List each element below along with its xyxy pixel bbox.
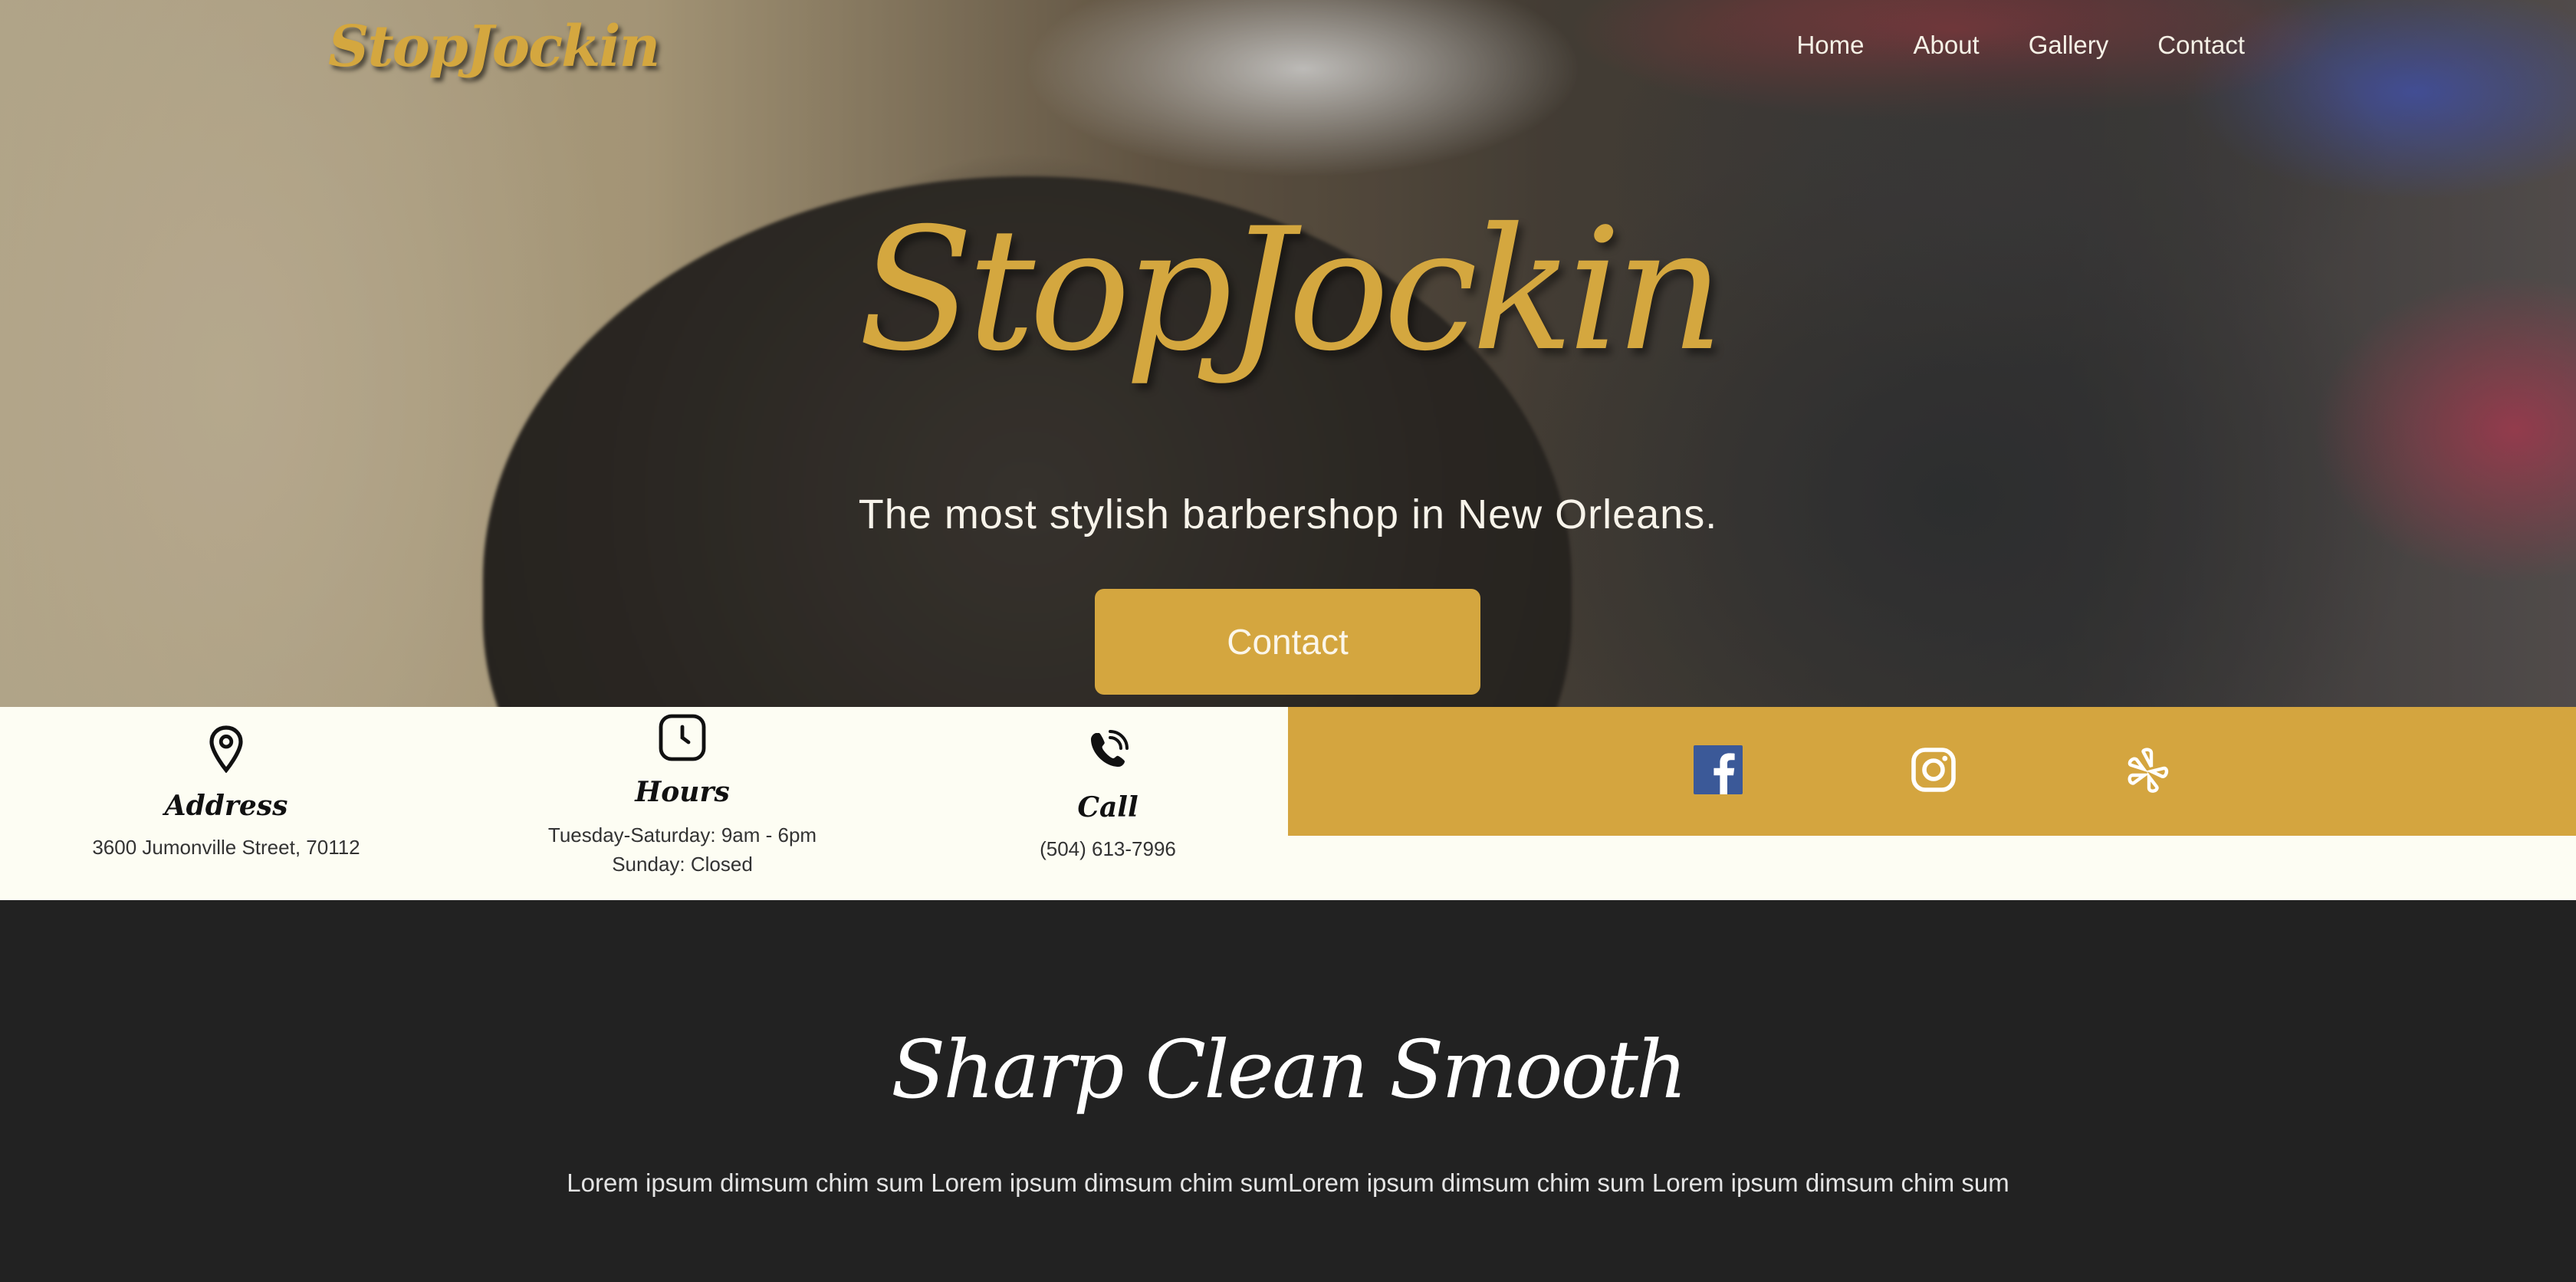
location-pin-icon bbox=[209, 725, 243, 774]
top-nav: StopJockin Home About Gallery Contact bbox=[0, 0, 2576, 95]
hours-block: Hours Tuesday-Saturday: 9am - 6pm Sunday… bbox=[491, 713, 874, 879]
address-label: Address bbox=[164, 790, 288, 822]
hero-subtitle: The most stylish barbershop in New Orlea… bbox=[858, 491, 1718, 537]
instagram-icon[interactable] bbox=[1909, 745, 1958, 794]
address-block: Address 3600 Jumonville Street, 70112 bbox=[46, 725, 406, 862]
call-label: Call bbox=[1077, 791, 1138, 823]
section-body: Lorem ipsum dimsum chim sum Lorem ipsum … bbox=[567, 1169, 2009, 1197]
section-tagline: Sharp Clean Smooth bbox=[891, 1023, 1687, 1116]
hours-label: Hours bbox=[635, 776, 730, 808]
address-value: 3600 Jumonville Street, 70112 bbox=[92, 836, 360, 859]
nav-link-home[interactable]: Home bbox=[1796, 31, 1864, 60]
clock-icon bbox=[659, 714, 706, 761]
nav-links: Home About Gallery Contact bbox=[1796, 31, 2245, 60]
contact-button[interactable]: Contact bbox=[1095, 589, 1480, 695]
call-value[interactable]: (504) 613-7996 bbox=[958, 834, 1257, 863]
social-bar bbox=[1288, 707, 2576, 836]
hero-title: StopJockin bbox=[858, 192, 1724, 388]
nav-link-gallery[interactable]: Gallery bbox=[2029, 31, 2109, 60]
hours-line-2: Sunday: Closed bbox=[612, 853, 753, 876]
yelp-icon[interactable] bbox=[2124, 745, 2173, 794]
facebook-icon[interactable] bbox=[1694, 745, 1743, 794]
nav-link-contact[interactable]: Contact bbox=[2157, 31, 2245, 60]
site-logo[interactable]: StopJockin bbox=[328, 14, 660, 80]
about-section: Sharp Clean Smooth Lorem ipsum dimsum ch… bbox=[0, 900, 2576, 1282]
hours-line-1: Tuesday-Saturday: 9am - 6pm bbox=[547, 823, 817, 846]
phone-icon[interactable] bbox=[1086, 728, 1130, 773]
call-block: Call (504) 613-7996 bbox=[958, 728, 1257, 863]
social-bar-spacer bbox=[1288, 836, 2576, 900]
info-bar: Address 3600 Jumonville Street, 70112 Ho… bbox=[0, 707, 1288, 900]
nav-link-about[interactable]: About bbox=[1913, 31, 1979, 60]
